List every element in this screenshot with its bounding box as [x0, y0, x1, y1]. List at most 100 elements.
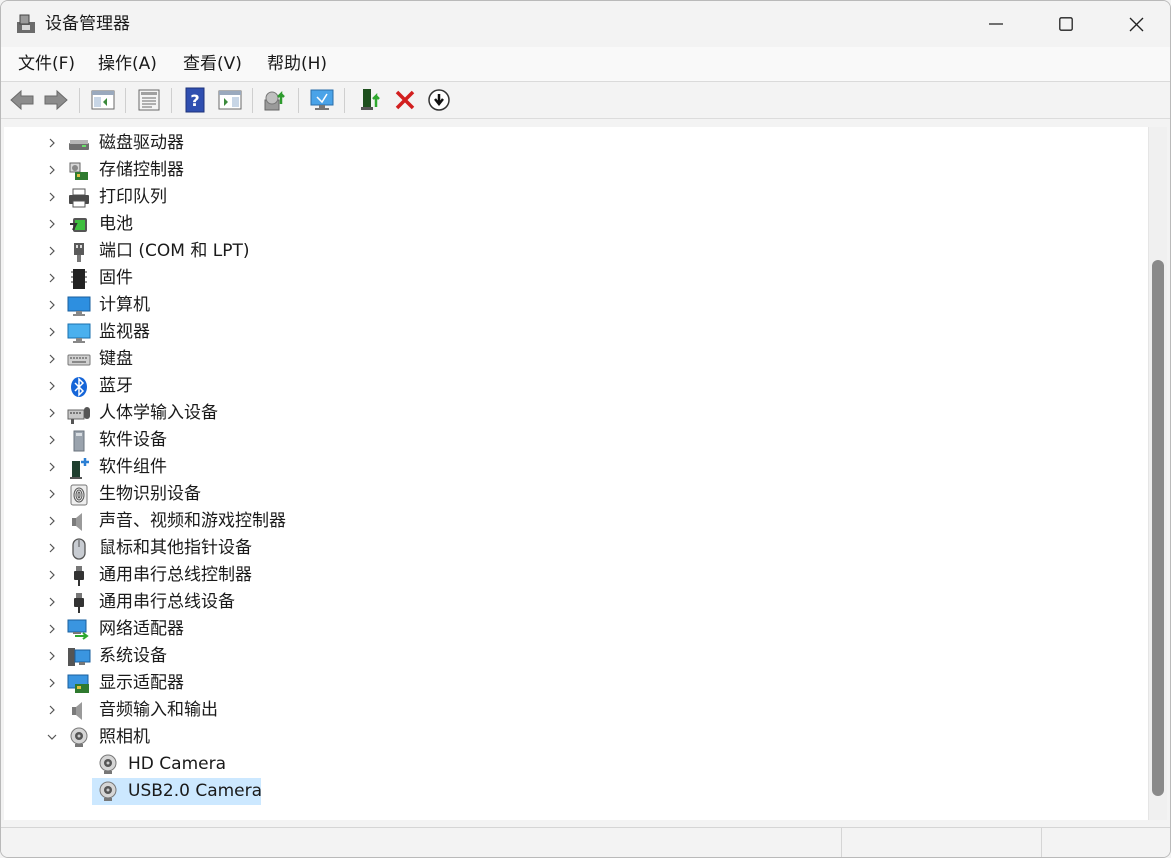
chevron-right-icon[interactable]	[46, 542, 58, 554]
usb-icon	[74, 566, 84, 586]
chevron-right-icon[interactable]	[46, 677, 58, 689]
menu-help[interactable]: 帮助(H)	[263, 53, 331, 75]
tree-item-network-adapters[interactable]: 网络适配器	[4, 616, 1148, 643]
tree-item-bluetooth[interactable]: 蓝牙	[4, 373, 1148, 400]
help-button[interactable]: ?	[182, 87, 208, 113]
device-manager-app-icon	[17, 14, 35, 33]
tree-item-print-queues[interactable]: 打印队列	[4, 184, 1148, 211]
uninstall-device-button[interactable]	[392, 87, 418, 113]
vertical-scrollbar[interactable]	[1149, 127, 1167, 820]
menu-bar: 文件(F) 操作(A) 查看(V) 帮助(H)	[1, 47, 1170, 81]
close-button[interactable]	[1101, 1, 1170, 47]
tree-item-usb2-camera[interactable]: USB2.0 Camera	[4, 778, 1148, 805]
toolbar-separator	[344, 88, 345, 113]
chevron-right-icon[interactable]	[46, 569, 58, 581]
tree-item-label: 显示适配器	[99, 673, 184, 693]
toolbar-separator	[252, 88, 253, 113]
chevron-right-icon[interactable]	[46, 299, 58, 311]
tree-item-firmware[interactable]: 固件	[4, 265, 1148, 292]
tree-item-display-adapters[interactable]: 显示适配器	[4, 670, 1148, 697]
tree-item-system-devices[interactable]: 系统设备	[4, 643, 1148, 670]
action-pane-icon	[218, 90, 242, 110]
uninstall-device-icon	[395, 90, 415, 110]
chevron-right-icon[interactable]	[46, 515, 58, 527]
menu-action[interactable]: 操作(A)	[94, 53, 161, 75]
disable-device-button[interactable]	[426, 87, 452, 113]
scrollbar-thumb[interactable]	[1152, 260, 1164, 796]
menu-file[interactable]: 文件(F)	[14, 53, 79, 75]
system-device-icon	[68, 648, 91, 666]
hid-icon	[67, 407, 90, 424]
toolbar-separator	[298, 88, 299, 113]
tree-item-hd-camera[interactable]: HD Camera	[4, 751, 1148, 778]
back-button[interactable]	[9, 87, 35, 113]
tree-item-computer[interactable]: 计算机	[4, 292, 1148, 319]
toolbar-separator	[171, 88, 172, 113]
disk-drive-icon	[69, 140, 89, 150]
action-pane-button[interactable]	[217, 87, 243, 113]
forward-button[interactable]	[43, 87, 69, 113]
tree-item-batteries[interactable]: 电池	[4, 211, 1148, 238]
chevron-right-icon[interactable]	[46, 434, 58, 446]
tree-item-software-components[interactable]: 软件组件	[4, 454, 1148, 481]
chevron-right-icon[interactable]	[46, 623, 58, 635]
chevron-right-icon[interactable]	[46, 218, 58, 230]
chevron-right-icon[interactable]	[46, 272, 58, 284]
chevron-right-icon[interactable]	[46, 137, 58, 149]
tree-item-label: 打印队列	[99, 187, 167, 207]
tree-item-label: 通用串行总线设备	[99, 592, 235, 612]
monitor-icon	[310, 89, 334, 110]
tree-item-monitors[interactable]: 监视器	[4, 319, 1148, 346]
chevron-right-icon[interactable]	[46, 488, 58, 500]
tree-item-storage-controllers[interactable]: 存储控制器	[4, 157, 1148, 184]
chevron-right-icon[interactable]	[46, 596, 58, 608]
tree-item-label: 照相机	[99, 727, 150, 747]
properties-button[interactable]	[136, 87, 162, 113]
tree-item-usb-controllers[interactable]: 通用串行总线控制器	[4, 562, 1148, 589]
chevron-right-icon[interactable]	[46, 326, 58, 338]
menu-view[interactable]: 查看(V)	[179, 53, 246, 75]
scan-hardware-button[interactable]	[263, 87, 289, 113]
tree-item-audio-io[interactable]: 音频输入和输出	[4, 697, 1148, 724]
maximize-button[interactable]	[1031, 1, 1101, 47]
update-driver-button[interactable]	[358, 87, 384, 113]
chevron-right-icon[interactable]	[46, 407, 58, 419]
tree-item-label: 电池	[99, 214, 133, 234]
status-divider	[1041, 828, 1042, 857]
device-tree[interactable]: 磁盘驱动器 存储控制器 打印队列 电池 端口 (COM 和 LPT) 固件 计算…	[4, 127, 1149, 820]
tree-item-label: 系统设备	[99, 646, 167, 666]
tree-item-keyboards[interactable]: 键盘	[4, 346, 1148, 373]
chevron-right-icon[interactable]	[46, 245, 58, 257]
tree-item-label: 通用串行总线控制器	[99, 565, 252, 585]
bluetooth-icon	[71, 377, 87, 397]
minimize-button[interactable]	[961, 1, 1031, 47]
tree-item-mice[interactable]: 鼠标和其他指针设备	[4, 535, 1148, 562]
toolbar-separator	[125, 88, 126, 113]
show-hide-tree-button[interactable]	[90, 87, 116, 113]
monitor-button[interactable]	[309, 87, 335, 113]
tree-item-ports[interactable]: 端口 (COM 和 LPT)	[4, 238, 1148, 265]
tree-item-label: USB2.0 Camera	[128, 781, 263, 801]
status-bar	[1, 827, 1170, 857]
tree-item-usb-devices[interactable]: 通用串行总线设备	[4, 589, 1148, 616]
chevron-right-icon[interactable]	[46, 650, 58, 662]
chevron-right-icon[interactable]	[46, 353, 58, 365]
tree-item-label: 软件设备	[99, 430, 167, 450]
chevron-right-icon[interactable]	[46, 164, 58, 176]
usb-icon	[74, 593, 84, 613]
tree-item-cameras[interactable]: 照相机	[4, 724, 1148, 751]
title-bar[interactable]: 设备管理器	[1, 1, 1170, 47]
chevron-right-icon[interactable]	[46, 380, 58, 392]
tree-item-hid[interactable]: 人体学输入设备	[4, 400, 1148, 427]
tree-item-label: 网络适配器	[99, 619, 184, 639]
maximize-icon	[1059, 17, 1073, 31]
chevron-right-icon[interactable]	[46, 704, 58, 716]
chevron-down-icon[interactable]	[46, 731, 58, 743]
chevron-right-icon[interactable]	[46, 191, 58, 203]
tree-item-sound-video-game[interactable]: 声音、视频和游戏控制器	[4, 508, 1148, 535]
chevron-right-icon[interactable]	[46, 461, 58, 473]
tree-item-disk-drives[interactable]: 磁盘驱动器	[4, 130, 1148, 157]
tree-item-label: 固件	[99, 268, 133, 288]
tree-item-software-devices[interactable]: 软件设备	[4, 427, 1148, 454]
tree-item-biometric[interactable]: 生物识别设备	[4, 481, 1148, 508]
